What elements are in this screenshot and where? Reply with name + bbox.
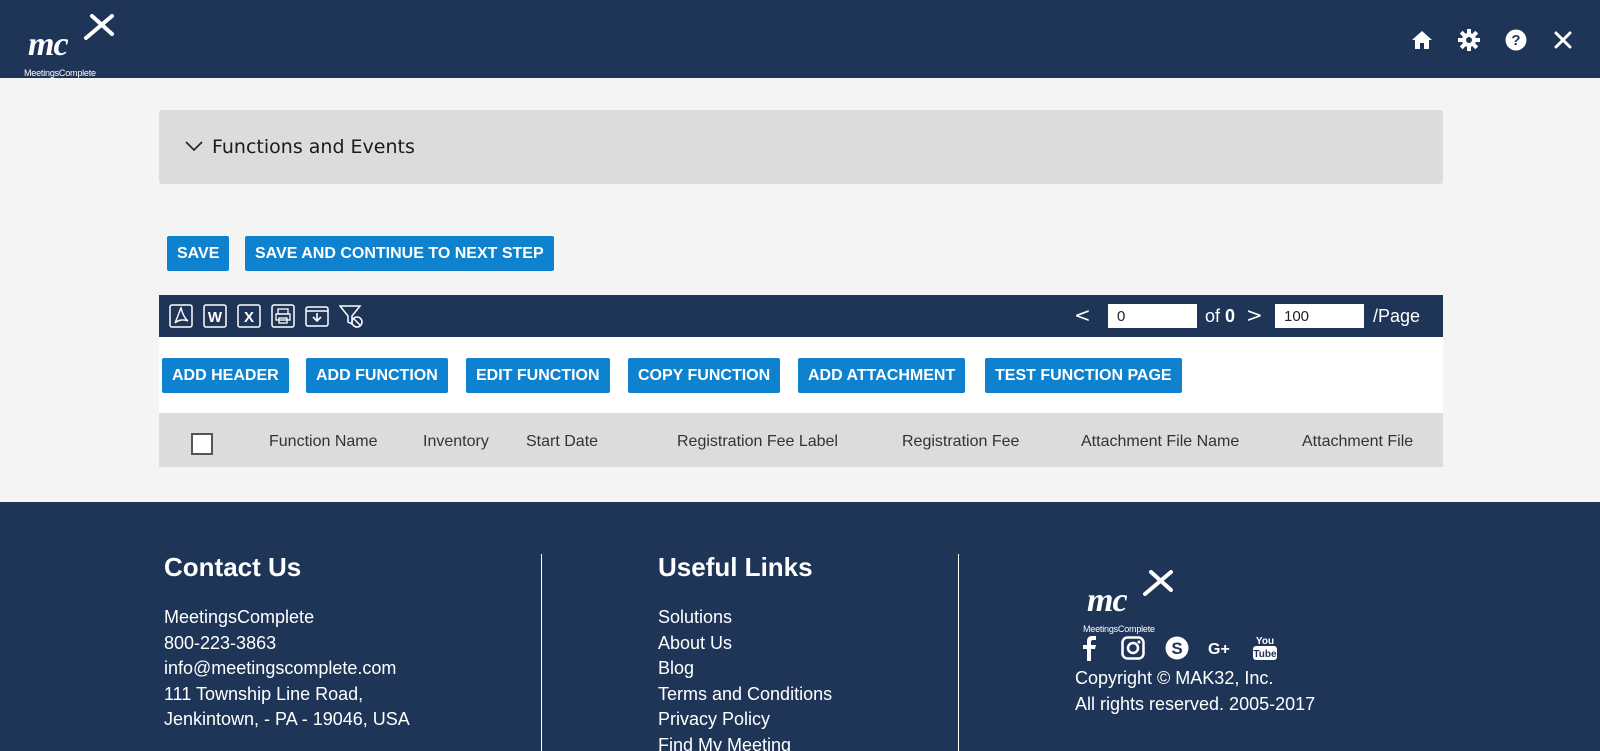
logo-mark: mc — [1087, 582, 1128, 619]
word-icon[interactable]: W — [203, 304, 227, 328]
rights-line: All rights reserved. 2005-2017 — [1075, 693, 1316, 714]
download-icon[interactable] — [305, 304, 329, 328]
print-icon[interactable] — [271, 304, 295, 328]
contact-phone: 800-223-3863 — [164, 632, 277, 653]
youtube-icon[interactable]: You Tube — [1251, 634, 1279, 662]
link-privacy[interactable]: Privacy Policy — [658, 707, 832, 733]
save-button[interactable]: SAVE — [167, 236, 230, 271]
facebook-icon[interactable] — [1075, 634, 1103, 662]
plane-icon — [1143, 570, 1173, 596]
select-all-checkbox[interactable] — [191, 433, 213, 455]
column-header-attachment-file-name[interactable]: Attachment File Name — [1081, 433, 1239, 451]
of-label: of — [1205, 306, 1221, 326]
save-continue-button[interactable]: SAVE AND CONTINUE TO NEXT STEP — [245, 236, 554, 271]
link-about-us[interactable]: About Us — [658, 631, 832, 657]
functions-events-panel[interactable]: Functions and Events — [159, 110, 1443, 184]
gear-icon[interactable] — [1457, 28, 1480, 51]
contact-info: MeetingsComplete 800-223-3863 info@meeti… — [164, 605, 410, 733]
test-function-page-button[interactable]: TEST FUNCTION PAGE — [985, 358, 1182, 393]
add-function-button[interactable]: ADD FUNCTION — [306, 358, 448, 393]
contact-heading: Contact Us — [164, 552, 302, 582]
logo-brand: MeetingsComplete — [24, 68, 96, 78]
svg-text:X: X — [244, 309, 254, 326]
grid-toolbar: W X < of 0 > /Page — [159, 295, 1443, 337]
instagram-icon[interactable] — [1119, 634, 1147, 662]
meetingscomplete-logo[interactable]: mc MeetingsComplete — [24, 12, 124, 78]
svg-text:S: S — [1171, 639, 1182, 658]
footer-divider — [541, 554, 542, 751]
social-links: S G+ You Tube — [1075, 634, 1279, 662]
column-header-function-name[interactable]: Function Name — [269, 433, 378, 451]
prev-page-icon[interactable]: < — [1074, 305, 1091, 325]
footer: Contact Us MeetingsComplete 800-223-3863… — [0, 502, 1600, 751]
logo-brand: MeetingsComplete — [1083, 624, 1155, 634]
copyright-line: Copyright © MAK32, Inc. — [1075, 668, 1274, 688]
table-header: Function Name Inventory Start Date Regis… — [159, 413, 1443, 467]
useful-links-list: Solutions About Us Blog Terms and Condit… — [658, 605, 832, 751]
contact-email: info@meetingscomplete.com — [164, 658, 397, 678]
contact-address-line2: Jenkintown, - PA - 19046, USA — [164, 709, 410, 729]
svg-text:Tube: Tube — [1253, 649, 1277, 660]
column-header-attachment-file[interactable]: Attachment File — [1302, 433, 1413, 451]
link-blog[interactable]: Blog — [658, 656, 832, 682]
pdf-icon[interactable] — [169, 304, 193, 328]
home-icon[interactable] — [1410, 28, 1433, 51]
chevron-down-icon — [185, 141, 203, 152]
logo-mark: mc — [28, 26, 69, 63]
column-header-registration-fee-label[interactable]: Registration Fee Label — [677, 433, 838, 451]
per-page-label: /Page — [1373, 306, 1421, 326]
panel-title: Functions and Events — [212, 136, 415, 158]
svg-text:W: W — [208, 309, 223, 326]
link-solutions[interactable]: Solutions — [658, 605, 832, 631]
plane-icon — [84, 14, 114, 40]
add-attachment-button[interactable]: ADD ATTACHMENT — [798, 358, 966, 393]
useful-links-heading: Useful Links — [658, 552, 813, 582]
top-bar: mc MeetingsComplete ? — [0, 0, 1600, 78]
contact-address-line1: 111 Township Line Road, — [164, 683, 364, 704]
page-of-label: of 0 — [1205, 306, 1235, 327]
column-header-inventory[interactable]: Inventory — [423, 433, 489, 451]
add-header-button[interactable]: ADD HEADER — [162, 358, 289, 393]
excel-icon[interactable]: X — [237, 304, 261, 328]
footer-divider — [958, 554, 959, 751]
skype-icon[interactable]: S — [1163, 634, 1191, 662]
contact-company: MeetingsComplete — [164, 607, 315, 627]
google-plus-icon[interactable]: G+ — [1207, 634, 1235, 662]
close-icon[interactable] — [1551, 28, 1574, 51]
next-page-icon[interactable]: > — [1246, 305, 1263, 325]
grid-action-bar: ADD HEADER ADD FUNCTION EDIT FUNCTION CO… — [159, 337, 1443, 413]
svg-text:G+: G+ — [1208, 641, 1230, 658]
edit-function-button[interactable]: EDIT FUNCTION — [466, 358, 610, 393]
svg-text:You: You — [1256, 636, 1274, 647]
copyright: Copyright © MAK32, Inc. All rights reser… — [1075, 666, 1315, 717]
copy-function-button[interactable]: COPY FUNCTION — [628, 358, 781, 393]
column-header-registration-fee[interactable]: Registration Fee — [902, 433, 1019, 451]
link-find-my-meeting[interactable]: Find My Meeting — [658, 733, 832, 751]
footer-logo: mc MeetingsComplete — [1083, 568, 1183, 634]
svg-text:?: ? — [1511, 32, 1520, 49]
link-terms[interactable]: Terms and Conditions — [658, 682, 832, 708]
page-size-input[interactable] — [1275, 304, 1364, 328]
total-pages: 0 — [1225, 306, 1236, 326]
help-icon[interactable]: ? — [1504, 28, 1527, 51]
column-header-start-date[interactable]: Start Date — [526, 433, 598, 451]
page-number-input[interactable] — [1108, 304, 1197, 328]
clear-filter-icon[interactable] — [339, 304, 363, 328]
